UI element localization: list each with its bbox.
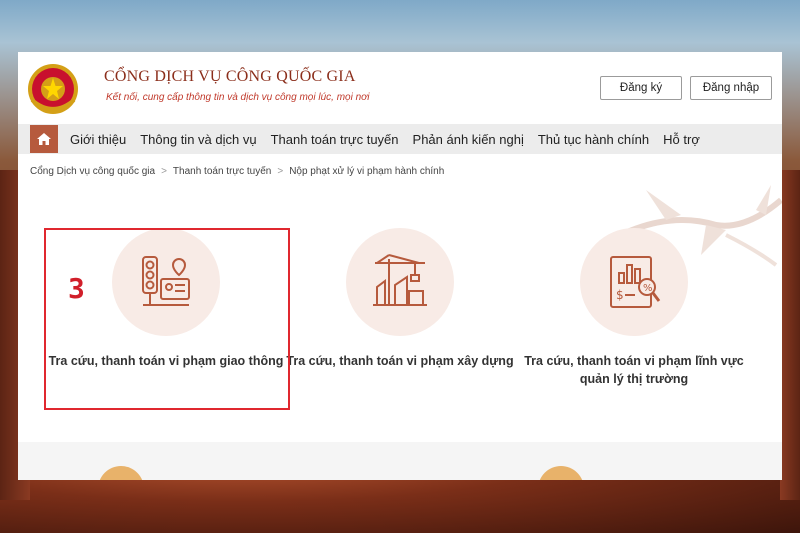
- card-label: Tra cứu, thanh toán vi phạm lĩnh vực quả…: [524, 354, 744, 386]
- national-emblem-icon[interactable]: [26, 62, 80, 116]
- home-button[interactable]: [30, 125, 58, 153]
- brand[interactable]: CỔNG DỊCH VỤ CÔNG QUỐC GIA Kết nối, cung…: [104, 68, 369, 103]
- card-construction-violation[interactable]: Tra cứu, thanh toán vi phạm xây dựng: [277, 228, 523, 370]
- brand-subtitle: Kết nối, cung cấp thông tin và dịch vụ c…: [106, 92, 370, 103]
- main-nav: Giới thiệu Thông tin và dịch vụ Thanh to…: [18, 124, 782, 154]
- breadcrumb-separator: >: [277, 166, 284, 177]
- lower-section: [18, 442, 782, 480]
- lower-card-icon: [98, 466, 144, 480]
- nav-item-thong-tin-dich-vu[interactable]: Thông tin và dịch vụ: [140, 132, 256, 147]
- background-cliff-right: [780, 170, 800, 500]
- login-button[interactable]: Đăng nhập: [690, 76, 772, 100]
- brand-title: CỔNG DỊCH VỤ CÔNG QUỐC GIA: [104, 68, 369, 86]
- brand-title-text: CỔNG DỊCH VỤ CÔNG QUỐC GIA: [104, 68, 356, 85]
- annotation-highlight-box: [44, 228, 290, 410]
- register-button[interactable]: Đăng ký: [600, 76, 682, 100]
- annotation-step-number: 3: [68, 272, 85, 305]
- portal-page: CỔNG DỊCH VỤ CÔNG QUỐC GIA Kết nối, cung…: [18, 52, 782, 480]
- header: CỔNG DỊCH VỤ CÔNG QUỐC GIA Kết nối, cung…: [18, 52, 782, 124]
- card-market-violation[interactable]: $ % Tra cứu, thanh toán vi phạm lĩnh vực…: [511, 228, 757, 388]
- market-report-icon: $ %: [610, 256, 661, 308]
- breadcrumb-item-payment[interactable]: Thanh toán trực tuyến: [173, 166, 271, 177]
- construction-crane-icon: [373, 254, 427, 306]
- nav-item-ho-tro[interactable]: Hỗ trợ: [663, 132, 700, 147]
- breadcrumb-item-current: Nộp phạt xử lý vi phạm hành chính: [289, 166, 445, 177]
- nav-item-thu-tuc-hanh-chinh[interactable]: Thủ tục hành chính: [538, 132, 649, 147]
- card-icon-circle: $ %: [580, 228, 688, 336]
- home-icon: [37, 133, 51, 145]
- breadcrumb-separator: >: [161, 166, 167, 177]
- lower-card-icon: [538, 466, 584, 480]
- breadcrumb-item-home[interactable]: Cổng Dịch vụ công quốc gia: [30, 166, 155, 177]
- nav-item-gioi-thieu[interactable]: Giới thiệu: [70, 132, 126, 147]
- card-label: Tra cứu, thanh toán vi phạm xây dựng: [286, 354, 514, 368]
- svg-text:%: %: [643, 283, 653, 294]
- card-icon-circle: [346, 228, 454, 336]
- svg-text:$: $: [616, 288, 624, 302]
- nav-item-thanh-toan-truc-tuyen[interactable]: Thanh toán trực tuyến: [271, 132, 399, 147]
- nav-item-phan-anh-kien-nghi[interactable]: Phản ánh kiến nghị: [413, 132, 524, 147]
- breadcrumb: Cổng Dịch vụ công quốc gia > Thanh toán …: [30, 166, 444, 177]
